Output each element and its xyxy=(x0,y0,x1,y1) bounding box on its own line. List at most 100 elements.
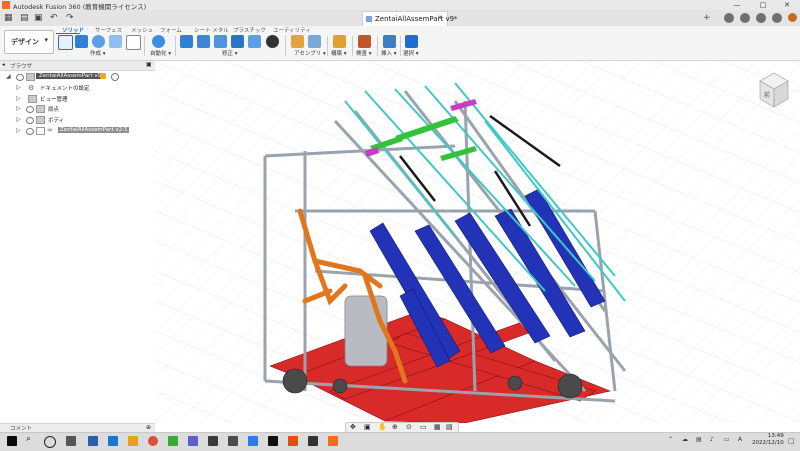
user-avatar[interactable] xyxy=(788,13,797,22)
create-group-label[interactable]: 作成 ▾ xyxy=(90,49,106,57)
tree-row-document-settings[interactable]: ▷ ⚙ ドキュメントの設定 xyxy=(4,83,154,93)
notification-center-icon[interactable]: ▢ xyxy=(788,437,795,445)
chrome-icon[interactable] xyxy=(148,436,158,446)
grid-settings-icon[interactable]: ▦ xyxy=(434,423,441,431)
tray-chevron-icon[interactable]: ⌃ xyxy=(668,436,673,443)
close-window-button[interactable]: ✕ xyxy=(776,0,798,10)
expand-arrow-icon[interactable]: ▷ xyxy=(16,95,21,102)
tree-row-component[interactable]: ▷ ∞ ZentaiAllAssemPart v2:1 xyxy=(4,126,154,136)
orbit-icon[interactable]: ✥ xyxy=(350,423,356,431)
tree-row-named-views[interactable]: ▷ ビュー管理 xyxy=(4,94,154,104)
pin-icon[interactable]: ▣ xyxy=(146,61,152,68)
inspect-group-label[interactable]: 検査 ▾ xyxy=(356,49,372,57)
measure-icon[interactable] xyxy=(358,35,371,48)
assemble-group-label[interactable]: アセンブリ ▾ xyxy=(294,49,326,57)
move-copy-icon[interactable] xyxy=(266,35,279,48)
tree-label-origin[interactable]: 原点 xyxy=(48,105,59,113)
job-status-icon[interactable] xyxy=(740,13,750,23)
box-icon[interactable] xyxy=(109,35,122,48)
tab-sheet-metal[interactable]: シート メタル xyxy=(194,26,229,34)
expand-arrow-icon[interactable]: ▷ xyxy=(16,105,21,112)
task-view-icon[interactable] xyxy=(66,436,76,446)
new-tab-icon[interactable]: + xyxy=(703,12,711,24)
automate-icon[interactable] xyxy=(152,35,165,48)
cloud-icon[interactable]: ☁ xyxy=(682,436,688,443)
undo-icon[interactable]: ↶ xyxy=(50,12,58,24)
workspace-switcher[interactable]: デザイン ▾ xyxy=(4,30,54,54)
document-tab[interactable]: ZentaiAllAssemPart v9* ✕ xyxy=(362,11,458,27)
new-component-icon[interactable] xyxy=(291,35,304,48)
volume-icon[interactable]: ♪ xyxy=(710,436,714,443)
viewports-icon[interactable]: ▤ xyxy=(446,423,453,431)
windows-start-icon[interactable] xyxy=(7,436,17,446)
add-comment-icon[interactable]: ⊕ xyxy=(146,424,151,431)
expand-arrow-icon[interactable]: ▷ xyxy=(16,127,21,134)
offset-plane-icon[interactable] xyxy=(333,35,346,48)
visibility-eye-icon[interactable] xyxy=(26,106,34,113)
select-arrow-icon[interactable] xyxy=(405,35,418,48)
fit-icon[interactable]: ⊙ xyxy=(406,423,412,431)
look-at-icon[interactable]: ▣ xyxy=(364,423,371,431)
grid-menu-icon[interactable]: ▦ xyxy=(4,12,13,24)
automate-group-label[interactable]: 自動化 ▾ xyxy=(150,49,171,57)
shell-icon[interactable] xyxy=(231,35,244,48)
help-icon[interactable] xyxy=(772,13,782,23)
terminal-icon[interactable] xyxy=(268,436,278,446)
construct-group-label[interactable]: 構築 ▾ xyxy=(331,49,347,57)
network-icon[interactable]: ▤ xyxy=(696,436,702,443)
tab-form[interactable]: フォーム xyxy=(160,26,182,34)
radio-icon[interactable] xyxy=(111,73,119,81)
extrude-icon[interactable] xyxy=(75,35,88,48)
create-sketch-icon[interactable] xyxy=(58,35,73,50)
taskbar-clock[interactable]: 13:49 2022/12/10 xyxy=(752,433,784,447)
select-group-label[interactable]: 選択 ▾ xyxy=(403,49,419,57)
tree-label-document-settings[interactable]: ドキュメントの設定 xyxy=(40,84,90,92)
cortana-icon[interactable] xyxy=(44,436,56,448)
tree-label-component[interactable]: ZentaiAllAssemPart v2:1 xyxy=(58,127,130,133)
expand-arrow-icon[interactable]: ◢ xyxy=(6,73,11,80)
visibility-eye-icon[interactable] xyxy=(26,128,34,135)
chamfer-icon[interactable] xyxy=(214,35,227,48)
save-icon[interactable]: ▣ xyxy=(34,12,43,24)
redo-icon[interactable]: ↷ xyxy=(66,12,74,24)
fillet-icon[interactable] xyxy=(197,35,210,48)
visibility-eye-icon[interactable] xyxy=(16,74,24,81)
activate-icon[interactable] xyxy=(100,73,106,79)
canvas-viewport[interactable]: 前 xyxy=(155,61,800,423)
tab-mesh[interactable]: メッシュ xyxy=(131,26,153,34)
tree-row-root[interactable]: ◢ ZentaiAllAssemPart v9 xyxy=(4,72,154,82)
zoom-app-icon[interactable] xyxy=(208,436,218,446)
comments-bar[interactable]: コメント ⊕ xyxy=(0,423,155,432)
line-icon[interactable] xyxy=(168,436,178,446)
file-menu-icon[interactable]: ▤ xyxy=(20,12,29,24)
tree-label-named-views[interactable]: ビュー管理 xyxy=(40,95,68,103)
minimize-button[interactable]: — xyxy=(726,0,748,10)
settings-gear-icon[interactable] xyxy=(308,436,318,446)
fusion-taskbar-icon[interactable] xyxy=(328,436,338,446)
press-pull-icon[interactable] xyxy=(180,35,193,48)
collapse-icon[interactable]: ◂ xyxy=(2,62,5,68)
tree-label-bodies[interactable]: ボディ xyxy=(48,116,64,124)
tree-label-root[interactable]: ZentaiAllAssemPart v9 xyxy=(36,73,105,79)
close-tab-icon[interactable]: ✕ xyxy=(437,14,443,22)
notifications-icon[interactable] xyxy=(756,13,766,23)
revolve-icon[interactable] xyxy=(92,35,105,48)
tab-surface[interactable]: サーフェス xyxy=(95,26,122,34)
tree-row-bodies[interactable]: ▷ ボディ xyxy=(4,115,154,125)
joint-icon[interactable] xyxy=(308,35,321,48)
extensions-icon[interactable] xyxy=(724,13,734,23)
maximize-button[interactable]: □ xyxy=(752,0,774,10)
teams-icon[interactable] xyxy=(188,436,198,446)
display-settings-icon[interactable]: ▭ xyxy=(420,423,427,431)
search-icon[interactable]: ⌕ xyxy=(26,434,31,444)
u-app-icon[interactable] xyxy=(248,436,258,446)
expand-arrow-icon[interactable]: ▷ xyxy=(16,116,21,123)
modify-group-label[interactable]: 修正 ▾ xyxy=(222,49,238,57)
tab-utilities[interactable]: ユーティリティ xyxy=(273,26,311,34)
expand-arrow-icon[interactable]: ▷ xyxy=(16,84,21,91)
ime-icon[interactable]: A xyxy=(738,436,742,443)
battery-icon[interactable]: ▭ xyxy=(724,436,730,443)
store-icon[interactable] xyxy=(228,436,238,446)
insert-image-icon[interactable] xyxy=(383,35,396,48)
combine-icon[interactable] xyxy=(248,35,261,48)
